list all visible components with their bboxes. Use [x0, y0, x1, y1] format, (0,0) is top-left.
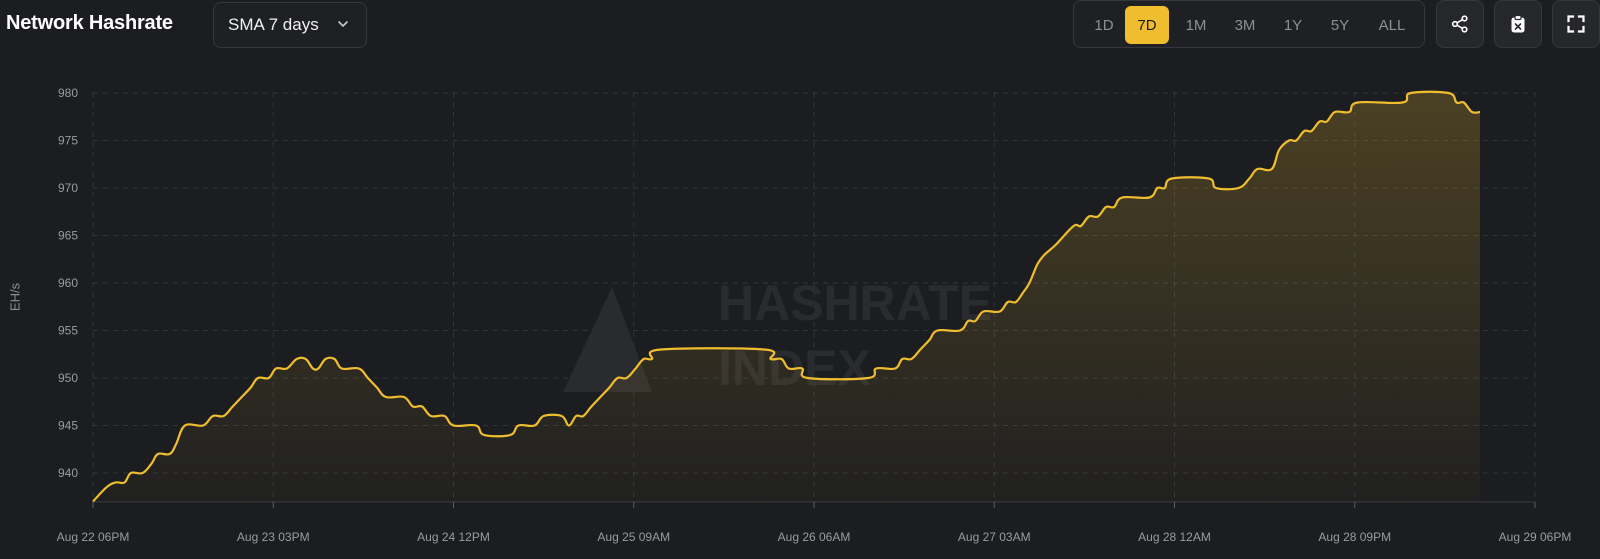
x-tick-label: Aug 28 12AM [1138, 530, 1211, 544]
y-tick-label: 960 [58, 276, 78, 290]
hashrate-chart: HASHRATE INDEX 9409459509559609659709759… [57, 86, 1572, 544]
y-tick-label: 975 [58, 134, 78, 148]
y-tick-label: 940 [58, 466, 78, 480]
x-tick-label: Aug 23 03PM [237, 530, 310, 544]
y-tick-label: 955 [58, 324, 78, 338]
x-tick-label: Aug 26 06AM [778, 530, 851, 544]
x-tick-label: Aug 29 06PM [1499, 530, 1572, 544]
watermark-line1: HASHRATE [718, 275, 992, 331]
y-tick-label: 980 [58, 86, 78, 100]
y-tick-label: 950 [58, 371, 78, 385]
x-tick-label: Aug 22 06PM [57, 530, 130, 544]
y-tick-label: 965 [58, 229, 78, 243]
x-tick-label: Aug 25 09AM [597, 530, 670, 544]
x-tick-label: Aug 24 12PM [417, 530, 490, 544]
x-tick-label: Aug 27 03AM [958, 530, 1031, 544]
y-tick-label: 970 [58, 181, 78, 195]
x-tick-label: Aug 28 09PM [1318, 530, 1391, 544]
y-tick-label: 945 [58, 419, 78, 433]
